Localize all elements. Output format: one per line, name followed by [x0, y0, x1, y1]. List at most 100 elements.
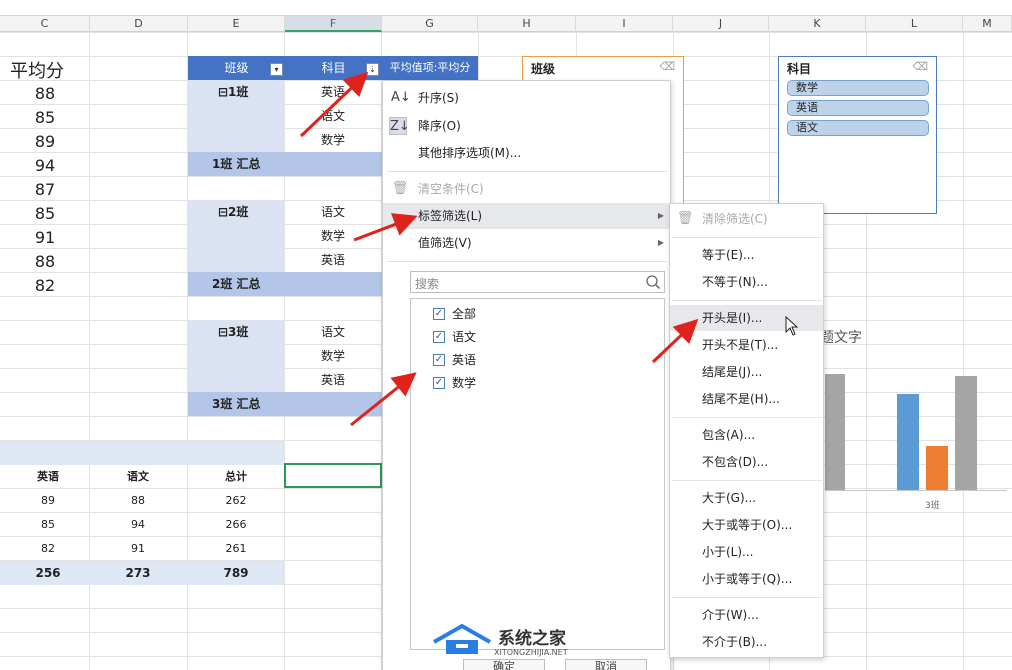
pivot-summary-row[interactable]: 1班 汇总	[188, 152, 382, 176]
class-filter-dropdown-icon[interactable]: ▾	[270, 63, 283, 76]
sort-descending-item[interactable]: Z↓ 降序(O)	[383, 113, 670, 139]
submenu-arrow-icon: ▶	[657, 238, 664, 247]
pivot-group-class-3[interactable]: ⊟3班	[188, 320, 284, 392]
clear-filter-icon[interactable]: ⌫	[659, 60, 675, 73]
pivot-group-class-2[interactable]: ⊟2班	[188, 200, 284, 272]
pivot-subject-cell[interactable]: 数学	[285, 128, 381, 152]
bottom-table-cell[interactable]: 261	[188, 537, 284, 561]
pivot-subject-cell[interactable]: 数学	[285, 224, 381, 248]
value-filter-item[interactable]: 值筛选(V) ▶	[383, 230, 670, 256]
bottom-table-header[interactable]: 英语	[0, 465, 96, 489]
bottom-table-total[interactable]: 273	[90, 561, 186, 585]
less-or-equal-item[interactable]: 小于或等于(Q)...	[670, 566, 823, 592]
begins-with-item[interactable]: 开头是(I)...	[670, 305, 823, 331]
column-header-j[interactable]: J	[673, 16, 769, 32]
column-header-d[interactable]: D	[90, 16, 188, 32]
not-begins-with-item[interactable]: 开头不是(T)...	[670, 332, 823, 358]
column-header-f[interactable]: F	[285, 16, 382, 32]
active-cell-selection[interactable]	[284, 463, 382, 488]
filter-search-input[interactable]: 搜索	[410, 271, 665, 293]
checkbox-icon[interactable]: ✓	[433, 331, 445, 343]
more-sort-options-item[interactable]: 其他排序选项(M)...	[383, 140, 670, 166]
slicer-subject-item[interactable]: 英语	[787, 100, 929, 116]
avg-score-cell[interactable]: 87	[0, 180, 90, 199]
chart-bar[interactable]	[897, 394, 919, 490]
pivot-subject-cell[interactable]: 英语	[285, 248, 381, 272]
slicer-subject-item[interactable]: 数学	[787, 80, 929, 96]
between-item[interactable]: 介于(W)...	[670, 602, 823, 628]
avg-score-cell[interactable]: 89	[0, 132, 90, 151]
pivot-subject-cell[interactable]: 语文	[285, 320, 381, 344]
chart-bar[interactable]	[926, 446, 948, 490]
greater-or-equal-item[interactable]: 大于或等于(O)...	[670, 512, 823, 538]
column-header-k[interactable]: K	[769, 16, 866, 32]
checkbox-icon[interactable]: ✓	[433, 377, 445, 389]
bottom-table-cell[interactable]: 88	[90, 489, 186, 513]
column-header-h[interactable]: H	[478, 16, 576, 32]
not-contains-item[interactable]: 不包含(D)...	[670, 449, 823, 475]
avg-score-cell[interactable]: 85	[0, 108, 90, 127]
ok-button[interactable]: 确定	[463, 659, 545, 670]
chart-bar[interactable]	[955, 376, 977, 490]
bottom-table-total[interactable]: 256	[0, 561, 96, 585]
not-ends-with-item[interactable]: 结尾不是(H)...	[670, 386, 823, 412]
column-header-l[interactable]: L	[866, 16, 963, 32]
ends-with-item[interactable]: 结尾是(J)...	[670, 359, 823, 385]
clear-filter-item[interactable]: 🗑 清除筛选(C)	[670, 206, 823, 232]
pivot-summary-row[interactable]: 3班 汇总	[188, 392, 382, 416]
avg-score-cell[interactable]: 85	[0, 204, 90, 223]
bottom-table-cell[interactable]: 266	[188, 513, 284, 537]
pivot-summary-row[interactable]: 2班 汇总	[188, 272, 382, 296]
pivot-subject-cell[interactable]: 数学	[285, 344, 381, 368]
pivot-subject-cell[interactable]: 英语	[285, 80, 381, 104]
subject-filter-dropdown-icon[interactable]: ⇣	[366, 63, 379, 76]
clear-condition-label: 清空条件(C)	[418, 182, 484, 196]
slicer-subject-item[interactable]: 语文	[787, 120, 929, 136]
search-icon[interactable]	[645, 274, 661, 290]
bottom-table-cell[interactable]: 91	[90, 537, 186, 561]
avg-score-cell[interactable]: 88	[0, 252, 90, 271]
pivot-header-value[interactable]: 平均值项:平均分	[382, 56, 478, 80]
clear-condition-item[interactable]: 🗑 清空条件(C)	[383, 176, 670, 202]
avg-score-cell[interactable]: 94	[0, 156, 90, 175]
less-than-item[interactable]: 小于(L)...	[670, 539, 823, 565]
pivot-subject-cell[interactable]: 语文	[285, 200, 381, 224]
equals-item[interactable]: 等于(E)...	[670, 242, 823, 268]
bottom-table-cell[interactable]: 82	[0, 537, 96, 561]
watermark-name: 系统之家	[498, 629, 566, 649]
slicer-subject[interactable]: 科目 ⌫ 数学 英语 语文	[778, 56, 937, 214]
bottom-table-header[interactable]: 总计	[188, 465, 284, 489]
column-header-i[interactable]: I	[576, 16, 673, 32]
bottom-table-cell[interactable]: 262	[188, 489, 284, 513]
checkbox-icon[interactable]: ✓	[433, 308, 445, 320]
bottom-table-total[interactable]: 789	[188, 561, 284, 585]
avg-score-title[interactable]: 平均分	[10, 57, 90, 83]
bottom-table-cell[interactable]: 94	[90, 513, 186, 537]
pivot-subject-cell[interactable]: 英语	[285, 368, 381, 392]
checkbox-icon[interactable]: ✓	[433, 354, 445, 366]
column-header-m[interactable]: M	[963, 16, 1012, 32]
greater-than-item[interactable]: 大于(G)...	[670, 485, 823, 511]
cancel-button[interactable]: 取消	[565, 659, 647, 670]
avg-score-cell[interactable]: 88	[0, 84, 90, 103]
bottom-table-cell[interactable]: 89	[0, 489, 96, 513]
clear-filter-icon[interactable]: ⌫	[912, 60, 928, 73]
menu-separator	[387, 171, 667, 172]
chart-bar-partial[interactable]	[825, 374, 845, 490]
pivot-subject-cell[interactable]: 语文	[285, 104, 381, 128]
pivot-group-class-1[interactable]: ⊟1班	[188, 80, 284, 152]
bottom-table-header[interactable]: 语文	[90, 465, 186, 489]
avg-score-cell[interactable]: 91	[0, 228, 90, 247]
contains-item[interactable]: 包含(A)...	[670, 422, 823, 448]
avg-score-cell[interactable]: 82	[0, 276, 90, 295]
chart-category-label: 3班	[925, 501, 940, 511]
column-header-c[interactable]: C	[0, 16, 90, 32]
label-filter-item[interactable]: 标签筛选(L) ▶	[383, 203, 670, 229]
chart-title[interactable]: 题文字	[820, 327, 862, 347]
sort-ascending-item[interactable]: A↓ 升序(S)	[383, 85, 670, 111]
not-between-item[interactable]: 不介于(B)...	[670, 629, 823, 655]
column-header-e[interactable]: E	[188, 16, 285, 32]
column-header-g[interactable]: G	[382, 16, 478, 32]
not-equals-item[interactable]: 不等于(N)...	[670, 269, 823, 295]
bottom-table-cell[interactable]: 85	[0, 513, 96, 537]
